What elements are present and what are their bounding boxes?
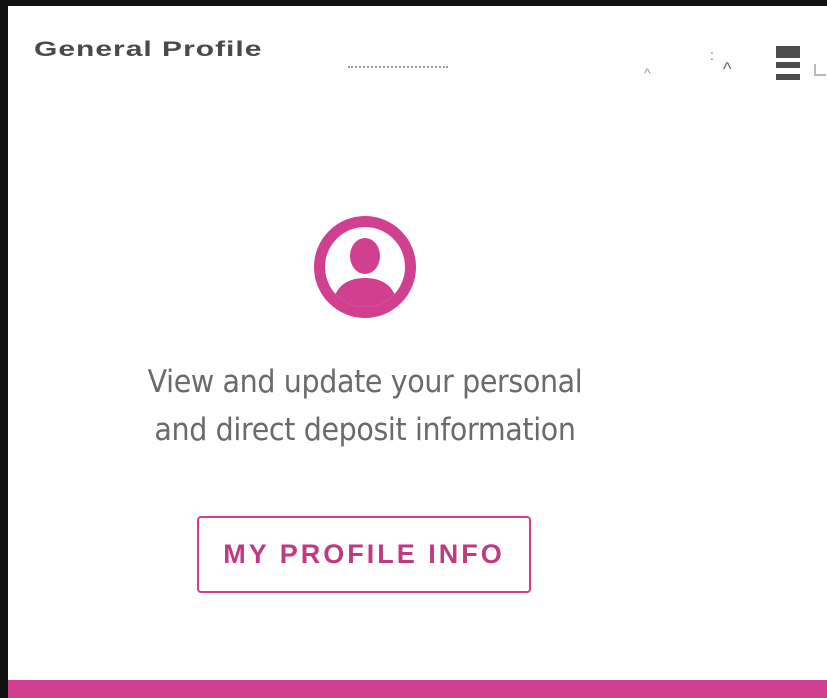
person-icon [314, 216, 416, 318]
card-header: General Profile ^ : ^ [8, 6, 827, 98]
chevron-up-icon[interactable]: ^ [644, 64, 651, 82]
my-profile-info-button[interactable]: MY PROFILE INFO [197, 516, 531, 593]
profile-card: General Profile ^ : ^ View and update yo… [0, 0, 827, 698]
collapse-chevron-icon[interactable]: ^ [723, 60, 731, 78]
description-line-2: and direct deposit information [154, 412, 576, 448]
profile-description: View and update your personal and direct… [121, 358, 609, 454]
description-line-1: View and update your personal [147, 364, 583, 400]
expand-corner-icon [814, 64, 826, 76]
card-title: General Profile [34, 38, 263, 62]
more-vert-icon[interactable]: : [710, 46, 714, 64]
title-dotted-divider [348, 66, 448, 70]
accent-footer-bar [8, 680, 827, 698]
grid-view-icon[interactable] [776, 46, 802, 82]
